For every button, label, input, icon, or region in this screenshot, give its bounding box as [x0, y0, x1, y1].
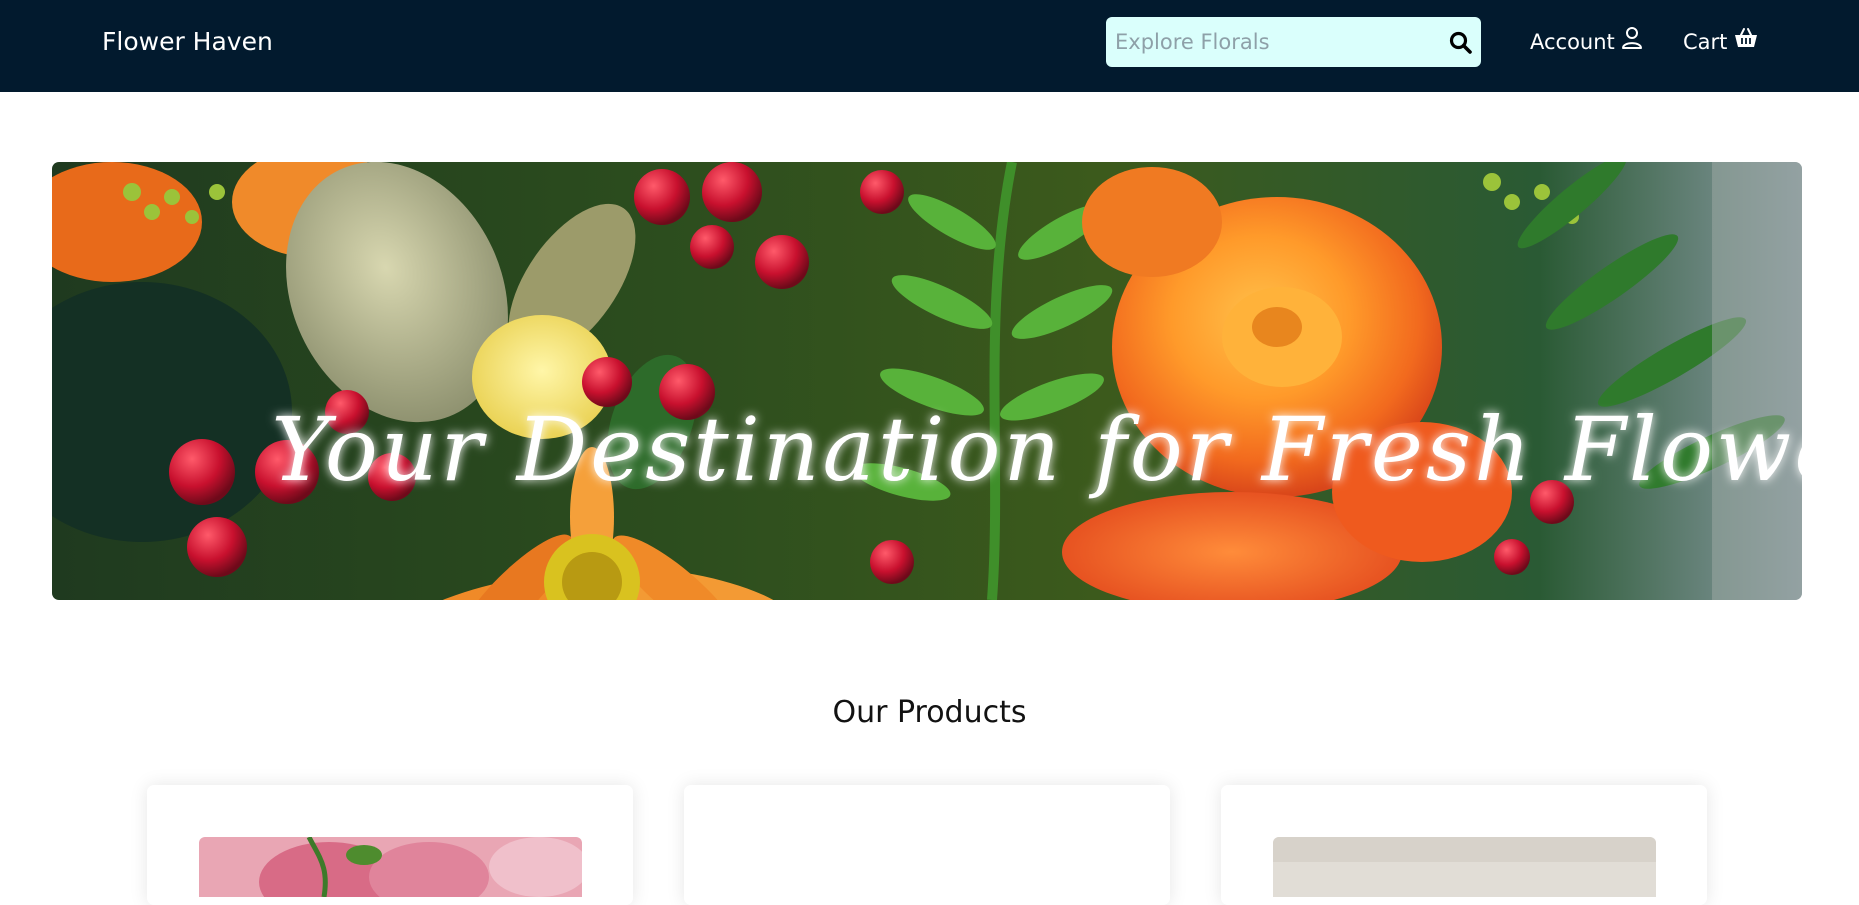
hero-banner: Your Destination for Fresh Flowers — [52, 162, 1802, 600]
product-image — [199, 837, 582, 897]
search-bar — [1106, 17, 1481, 67]
section-title: Our Products — [832, 695, 1027, 730]
user-icon — [1621, 26, 1643, 59]
product-card[interactable] — [147, 785, 633, 905]
cart-label: Cart — [1683, 30, 1728, 54]
brand-logo-link[interactable]: Flower Haven — [102, 25, 273, 59]
cart-link[interactable]: Cart — [1683, 26, 1759, 58]
search-icon[interactable] — [1448, 30, 1474, 56]
product-card[interactable] — [1221, 785, 1707, 905]
hero-flower-image: Your Destination for Fresh Flowers — [52, 162, 1802, 600]
product-image — [1273, 837, 1656, 897]
hero-tagline: Your Destination for Fresh Flowers — [271, 398, 1802, 501]
account-label: Account — [1530, 30, 1615, 54]
navbar: Flower Haven Account Cart — [0, 0, 1859, 92]
product-card[interactable] — [684, 785, 1170, 905]
account-link[interactable]: Account — [1530, 26, 1643, 58]
search-input[interactable] — [1115, 17, 1435, 67]
basket-icon — [1733, 26, 1759, 59]
